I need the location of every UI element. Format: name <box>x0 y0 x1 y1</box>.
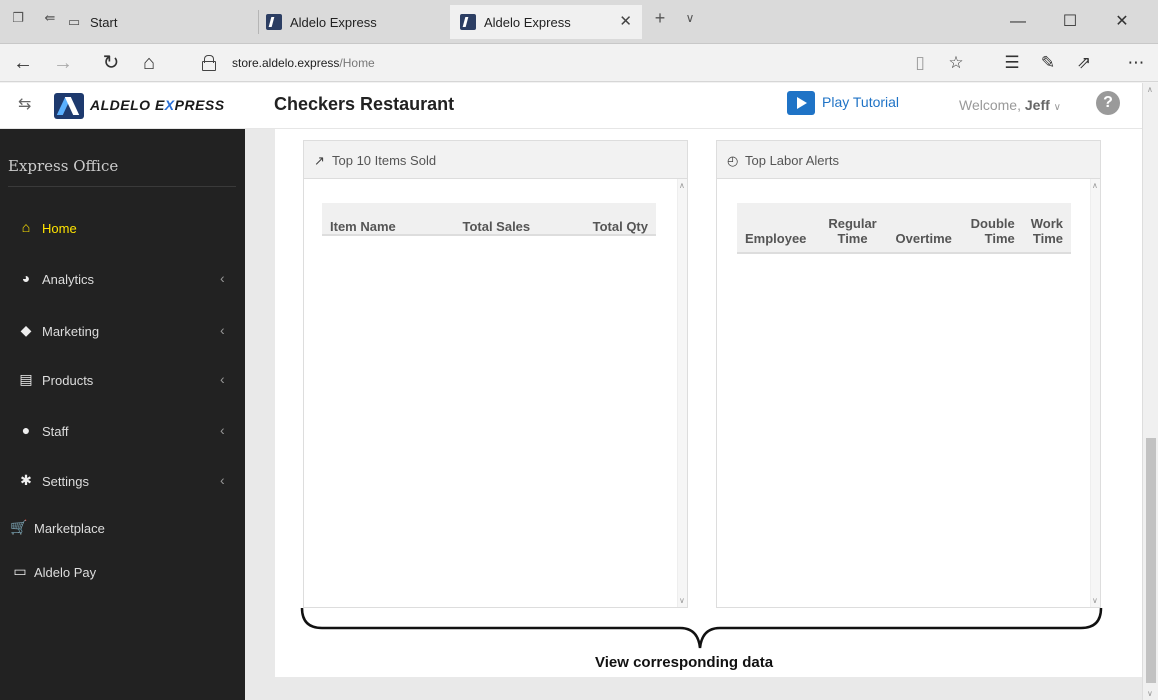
column-header[interactable]: Employee <box>737 203 821 254</box>
sidebar-item-marketing[interactable]: ◆ Marketing ‹ <box>0 316 245 346</box>
store-name: Checkers Restaurant <box>274 94 455 114</box>
sidebar-item-home[interactable]: ⌂ Home <box>0 213 245 243</box>
chevron-left-icon: ‹ <box>220 270 225 286</box>
tab-label: Start <box>90 14 118 30</box>
help-icon[interactable]: ? <box>1096 91 1120 115</box>
chevron-down-icon: ∨ <box>1053 102 1061 113</box>
sidebar-item-analytics[interactable]: ◕ Analytics ‹ <box>0 264 245 294</box>
star-icon[interactable]: ☆ <box>944 52 968 74</box>
tag-icon: ◆ <box>20 322 32 338</box>
column-header[interactable]: Total Sales <box>437 203 556 236</box>
column-header[interactable]: Double Time <box>962 203 1023 254</box>
chevron-left-icon: ‹ <box>220 422 225 438</box>
url-host: store.aldelo.express <box>232 56 340 70</box>
scroll-up-icon[interactable]: ∧ <box>1092 181 1098 190</box>
sidebar-item-marketplace[interactable]: 🛒 Marketplace <box>0 513 245 543</box>
minimize-icon[interactable]: — <box>998 6 1038 38</box>
close-tab-icon[interactable]: ✕ <box>619 12 632 30</box>
home-icon[interactable]: ⌂ <box>134 50 164 76</box>
chevron-left-icon: ‹ <box>220 322 225 338</box>
sidebar-item-staff[interactable]: ● Staff ‹ <box>0 416 245 446</box>
aldelo-logo-icon <box>54 93 84 119</box>
home-icon: ⌂ <box>21 219 31 235</box>
more-icon[interactable]: ⋯ <box>1124 52 1148 74</box>
pen-icon[interactable]: ✎ <box>1036 52 1060 74</box>
panel-title: Top Labor Alerts <box>745 153 839 168</box>
sidebar-toggle-icon[interactable]: ⇆ <box>18 94 31 114</box>
tab-label: Aldelo Express <box>484 14 571 30</box>
favorites-list-icon[interactable]: ☰ <box>1000 52 1024 74</box>
credit-card-icon: ▭ <box>13 563 27 579</box>
scroll-down-icon[interactable]: ∨ <box>679 596 685 605</box>
sidebar-title: Express Office <box>8 157 119 175</box>
user-name: Jeff <box>1024 97 1050 113</box>
chevron-left-icon: ‹ <box>220 371 225 387</box>
gear-icon: ✱ <box>20 472 32 488</box>
pie-chart-icon: ◕ <box>21 270 31 286</box>
column-header[interactable]: Overtime <box>884 203 963 254</box>
reading-view-icon[interactable]: ▯ <box>908 52 932 74</box>
close-window-icon[interactable]: ✕ <box>1102 6 1142 38</box>
trend-icon: ↗ <box>314 153 325 168</box>
panel-scrollbar[interactable]: ∧ ∨ <box>677 179 687 607</box>
scroll-down-icon[interactable]: ∨ <box>1147 689 1153 698</box>
sidebar-item-aldelo-pay[interactable]: ▭ Aldelo Pay <box>0 557 245 587</box>
annotation-caption: View corresponding data <box>595 654 774 671</box>
browser-tab-bar: ❐ ⇚ ▭ Start Aldelo Express Aldelo Expres… <box>0 0 1158 44</box>
top-labor-alerts-panel: ◴ Top Labor Alerts Employee Regular Time … <box>716 140 1101 608</box>
sidebar-item-settings[interactable]: ✱ Settings ‹ <box>0 466 245 496</box>
start-page-icon: ▭ <box>67 14 81 29</box>
tab-label: Aldelo Express <box>290 14 377 30</box>
items-sold-table: Item Name Total Sales Total Qty <box>322 203 656 236</box>
scrollbar-thumb[interactable] <box>1146 438 1156 683</box>
column-header[interactable]: Work Time <box>1022 203 1071 254</box>
forward-arrow-icon[interactable]: → <box>48 50 78 76</box>
chevron-left-icon: ‹ <box>220 472 225 488</box>
set-tabs-aside-icon[interactable]: ⇚ <box>42 10 58 26</box>
browser-address-bar: ← → ↻ ⌂ store.aldelo.express/Home ▯ ☆ ☰ … <box>0 44 1158 82</box>
page-scrollbar[interactable]: ∧ ∨ <box>1142 83 1158 700</box>
panel-header: ↗ Top 10 Items Sold <box>304 141 687 179</box>
labor-alerts-table: Employee Regular Time Overtime Double Ti… <box>737 203 1071 254</box>
column-header[interactable]: Regular Time <box>820 203 885 254</box>
clipboard-icon: ▤ <box>19 371 33 387</box>
panel-title: Top 10 Items Sold <box>332 153 437 168</box>
sidebar-divider <box>8 186 236 187</box>
tab-divider <box>258 10 259 34</box>
cart-icon: 🛒 <box>10 519 28 535</box>
url-field[interactable]: store.aldelo.express/Home <box>232 56 375 70</box>
app-header: ⇆ ALDELO EXPRESS Checkers Restaurant Pla… <box>0 83 1142 129</box>
tab-aldelo-express[interactable]: Aldelo Express <box>266 5 446 39</box>
user-icon: ● <box>21 422 31 438</box>
panel-header: ◴ Top Labor Alerts <box>717 141 1100 179</box>
brand-logo-text: ALDELO EXPRESS <box>90 97 225 113</box>
tab-preview-chevron-icon[interactable]: ∨ <box>682 10 698 26</box>
tab-aldelo-express-active[interactable]: Aldelo Express ✕ <box>450 5 642 39</box>
annotation-brace <box>300 607 1103 649</box>
back-arrow-icon[interactable]: ← <box>8 50 38 76</box>
play-tutorial-link[interactable]: Play Tutorial <box>822 94 899 110</box>
refresh-icon[interactable]: ↻ <box>96 50 126 76</box>
scroll-down-icon[interactable]: ∨ <box>1092 596 1098 605</box>
sidebar-item-products[interactable]: ▤ Products ‹ <box>0 365 245 395</box>
tab-start[interactable]: ▭ Start <box>66 5 246 39</box>
panel-scrollbar[interactable]: ∧ ∨ <box>1090 179 1100 607</box>
column-header[interactable]: Total Qty <box>555 203 656 236</box>
scroll-up-icon[interactable]: ∧ <box>1147 85 1153 94</box>
scroll-up-icon[interactable]: ∧ <box>679 181 685 190</box>
sidebar: Express Office ⌂ Home ◕ Analytics ‹ ◆ Ma… <box>0 129 245 700</box>
play-icon[interactable] <box>787 91 815 115</box>
new-tab-icon[interactable]: + <box>652 9 668 27</box>
lock-icon <box>202 55 216 71</box>
user-menu[interactable]: Welcome, Jeff ∨ <box>959 97 1061 113</box>
tab-actions-icon[interactable]: ❐ <box>10 10 26 26</box>
top-items-sold-panel: ↗ Top 10 Items Sold Item Name Total Sales… <box>303 140 688 608</box>
aldelo-favicon-icon <box>266 14 282 30</box>
maximize-icon[interactable]: ☐ <box>1050 6 1090 38</box>
column-header[interactable]: Item Name <box>322 203 438 236</box>
share-icon[interactable]: ⇗ <box>1072 52 1096 74</box>
url-path: /Home <box>339 56 375 70</box>
clock-icon: ◴ <box>727 153 739 168</box>
aldelo-favicon-icon <box>460 14 476 30</box>
